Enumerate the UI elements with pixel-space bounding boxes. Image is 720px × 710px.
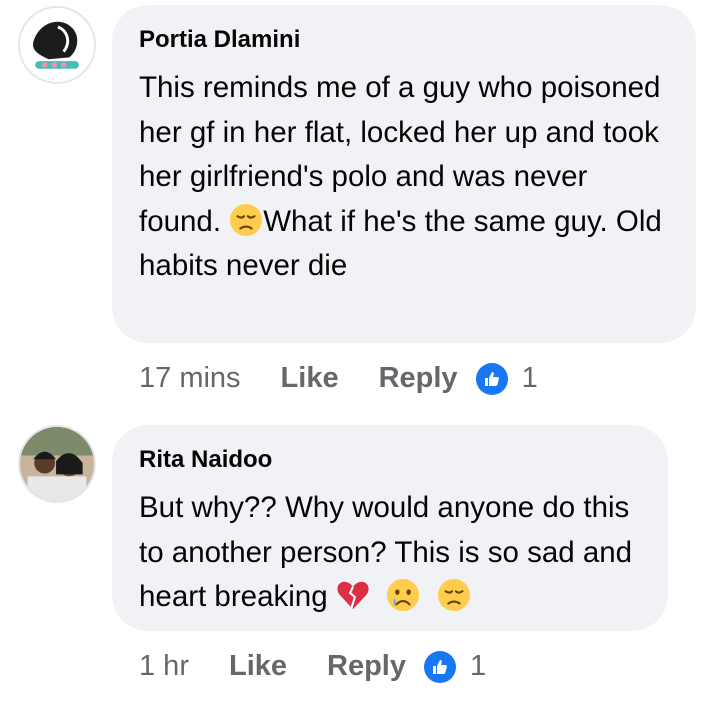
broken-heart-icon	[336, 578, 370, 612]
reaction-count[interactable]: 1	[522, 362, 538, 395]
crying-face-icon	[386, 578, 420, 612]
reply-button[interactable]: Reply	[327, 650, 406, 683]
comment-bubble: Rita Naidoo But why?? Why would anyone d…	[112, 425, 668, 631]
comment-timestamp[interactable]: 1 hr	[139, 650, 189, 683]
comment-text: This reminds me of a guy who poisoned he…	[139, 66, 670, 289]
like-button[interactable]: Like	[281, 362, 339, 395]
comment-author[interactable]: Portia Dlamini	[139, 25, 670, 55]
pensive-face-icon	[229, 203, 263, 237]
comment-author[interactable]: Rita Naidoo	[139, 445, 642, 475]
pensive-face-icon	[437, 578, 471, 612]
comment-text: But why?? Why would anyone do this to an…	[139, 486, 642, 620]
avatar-portia[interactable]	[18, 6, 96, 84]
avatar-rita[interactable]	[18, 425, 96, 503]
thumbs-up-icon[interactable]	[424, 650, 456, 683]
reply-button[interactable]: Reply	[379, 362, 458, 395]
like-button[interactable]: Like	[229, 650, 287, 683]
thumbs-up-icon[interactable]	[475, 362, 508, 395]
comment-meta: 1 hr Like Reply 1	[139, 650, 486, 683]
comment-meta: 17 mins Like Reply 1	[139, 362, 538, 395]
comment-bubble: Portia Dlamini This reminds me of a guy …	[112, 5, 696, 343]
comment-timestamp[interactable]: 17 mins	[139, 362, 241, 395]
reaction-count[interactable]: 1	[470, 650, 486, 683]
